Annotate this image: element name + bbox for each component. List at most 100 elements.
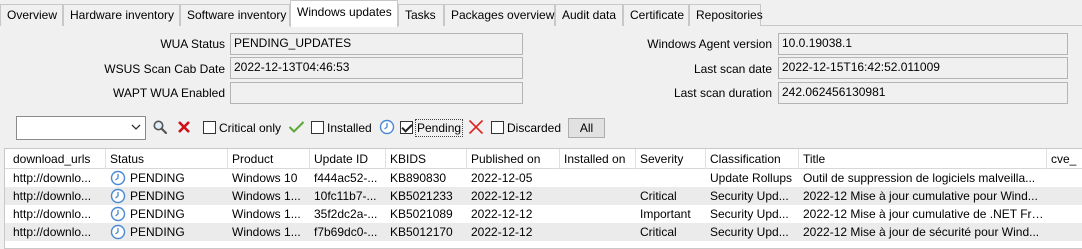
critical-only-checkbox[interactable]: [203, 121, 216, 134]
tab-hardware-inventory[interactable]: Hardware inventory: [63, 4, 180, 26]
cell-kbids: KB5021089: [390, 207, 453, 221]
cell-installed-on: [560, 187, 636, 205]
tab-packages-overview[interactable]: Packages overview: [444, 4, 555, 26]
cell-kbids: KB890830: [390, 171, 447, 185]
updates-grid[interactable]: download_urls Status Product Update ID K…: [4, 148, 1082, 249]
cell-product: Windows 10: [232, 171, 298, 185]
status-text: PENDING: [130, 207, 185, 221]
status-text: PENDING: [130, 171, 185, 185]
filter-combobox[interactable]: [16, 116, 146, 140]
cell-status: PENDING: [106, 169, 228, 187]
cell-download-url: http://downlo...: [13, 225, 92, 239]
column-header-download-urls[interactable]: download_urls: [9, 149, 106, 169]
cell-product: Windows 1...: [232, 225, 301, 239]
cell-installed-on: [560, 205, 636, 223]
column-header-classification[interactable]: Classification: [706, 149, 799, 169]
cell-published-on: 2022-12-12: [471, 189, 533, 203]
wsus-scan-cab-date-label: WSUS Scan Cab Date: [104, 62, 225, 76]
tab-windows-updates[interactable]: Windows updates: [290, 0, 398, 27]
cell-classification: Update Rollups: [710, 171, 793, 185]
table-row[interactable]: http://downlo... PENDING Windows 1... 35…: [5, 205, 1082, 223]
column-header-title[interactable]: Title: [799, 149, 1047, 169]
wsus-scan-cab-date-field[interactable]: 2022-12-13T04:46:53: [230, 57, 523, 79]
wapt-wua-enabled-label: WAPT WUA Enabled: [112, 86, 225, 100]
search-icon[interactable]: [152, 119, 168, 135]
cell-kbids: KB5021233: [390, 189, 453, 203]
cell-classification: Security Upd...: [710, 207, 789, 221]
cell-title: Outil de suppression de logiciels malvei…: [803, 171, 1036, 185]
cell-download-url: http://downlo...: [13, 207, 92, 221]
column-header-installed-on[interactable]: Installed on: [560, 149, 636, 169]
table-row[interactable]: http://downlo... PENDING Windows 1... f7…: [5, 223, 1082, 241]
pending-label: Pending: [414, 119, 464, 137]
cell-published-on: 2022-12-05: [471, 171, 533, 185]
critical-only-label: Critical only: [219, 121, 282, 135]
status-text: PENDING: [130, 225, 185, 239]
clock-icon: [379, 119, 395, 135]
cell-update-id: f444ac52-...: [314, 171, 378, 185]
windows-agent-version-label: Windows Agent version: [647, 37, 772, 51]
cell-published-on: 2022-12-12: [471, 225, 533, 239]
cell-classification: Security Upd...: [710, 225, 789, 239]
cell-download-url: http://downlo...: [13, 189, 92, 203]
column-header-product[interactable]: Product: [228, 149, 310, 169]
all-button[interactable]: All: [568, 118, 605, 138]
checkmark-icon: [288, 121, 305, 133]
last-scan-date-label: Last scan date: [693, 62, 772, 76]
last-scan-date-field[interactable]: 2022-12-15T16:42:52.011009: [778, 57, 1068, 79]
cell-kbids: KB5012170: [390, 225, 453, 239]
table-row[interactable]: http://downlo... PENDING Windows 10 f444…: [5, 169, 1082, 187]
cell-status: PENDING: [106, 205, 228, 223]
pending-clock-icon: [110, 170, 126, 186]
cell-classification: Security Upd...: [710, 189, 789, 203]
tab-tasks[interactable]: Tasks: [398, 4, 444, 26]
cell-update-id: 10fc11b7-...: [314, 189, 377, 203]
tab-audit-data[interactable]: Audit data: [555, 4, 623, 26]
wua-status-label: WUA Status: [160, 37, 225, 51]
column-header-severity[interactable]: Severity: [636, 149, 706, 169]
cell-installed-on: [560, 223, 636, 241]
discard-x-icon: [468, 119, 484, 135]
discarded-label: Discarded: [507, 121, 562, 135]
cell-product: Windows 1...: [232, 207, 301, 221]
cell-title: 2022-12 Mise à jour cumulative de .NET F…: [803, 207, 1047, 221]
column-header-cve[interactable]: cve_: [1047, 149, 1082, 169]
tab-overview[interactable]: Overview: [0, 4, 63, 26]
clear-filter-icon[interactable]: [177, 120, 191, 134]
cell-severity: Critical: [640, 225, 677, 239]
chevron-down-icon[interactable]: [131, 122, 141, 132]
cell-severity: Important: [640, 207, 691, 221]
cell-title: 2022-12 Mise à jour de sécurité pour Win…: [803, 225, 1040, 239]
installed-checkbox[interactable]: [311, 121, 324, 134]
last-scan-duration-label: Last scan duration: [673, 86, 772, 100]
column-header-published-on[interactable]: Published on: [467, 149, 560, 169]
installed-label: Installed: [327, 121, 372, 135]
column-header-update-id[interactable]: Update ID: [310, 149, 386, 169]
pending-checkbox[interactable]: [400, 121, 413, 134]
column-header-status[interactable]: Status: [106, 149, 228, 169]
table-row[interactable]: http://downlo... PENDING Windows 1... 10…: [5, 187, 1082, 205]
cell-severity: [636, 169, 706, 187]
tab-certificate[interactable]: Certificate: [623, 4, 689, 26]
tab-software-inventory[interactable]: Software inventory: [180, 4, 290, 26]
cell-update-id: 35f2dc2a-...: [314, 207, 378, 221]
cell-installed-on: [560, 169, 636, 187]
cell-product: Windows 1...: [232, 189, 301, 203]
cell-status: PENDING: [106, 187, 228, 205]
pending-clock-icon: [110, 206, 126, 222]
last-scan-duration-field[interactable]: 242.062456130981: [778, 82, 1068, 104]
pending-clock-icon: [110, 188, 126, 204]
wua-status-field[interactable]: PENDING_UPDATES: [230, 33, 523, 55]
pending-clock-icon: [110, 224, 126, 240]
tab-repositories[interactable]: Repositories: [689, 4, 763, 26]
cell-download-url: http://downlo...: [13, 171, 92, 185]
discarded-checkbox[interactable]: [491, 121, 504, 134]
cell-update-id: f7b69dc0-...: [314, 225, 378, 239]
grid-header: download_urls Status Product Update ID K…: [5, 149, 1082, 169]
status-text: PENDING: [130, 189, 185, 203]
wapt-wua-enabled-field[interactable]: [230, 82, 523, 104]
column-header-kbids[interactable]: KBIDS: [386, 149, 467, 169]
cell-published-on: 2022-12-12: [471, 207, 533, 221]
windows-agent-version-field[interactable]: 10.0.19038.1: [778, 33, 1068, 55]
cell-status: PENDING: [106, 223, 228, 241]
